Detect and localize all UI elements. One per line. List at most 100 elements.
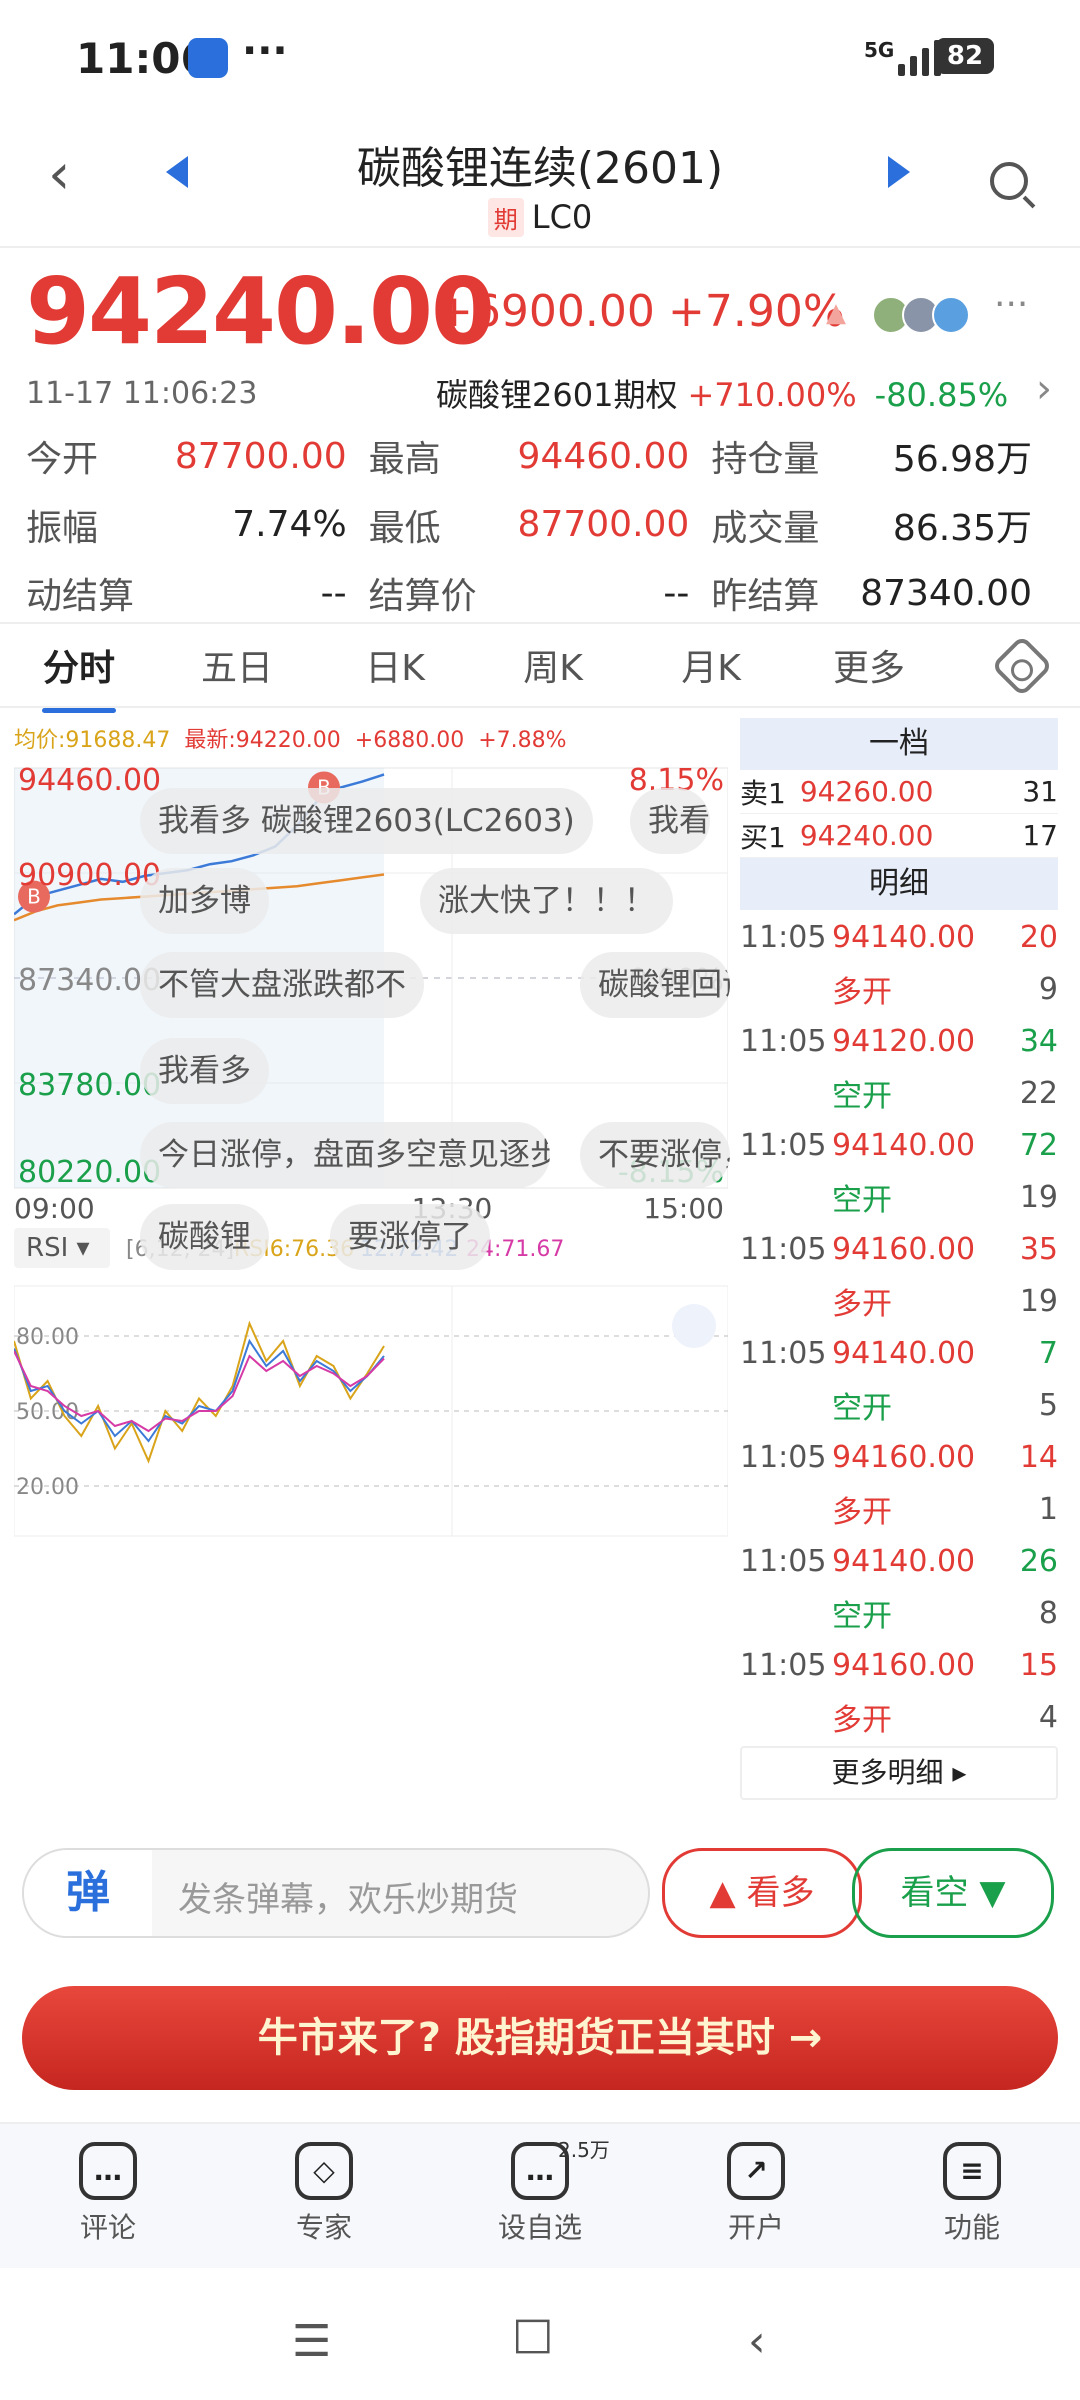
latest-price: 最新:94220.00	[184, 728, 341, 753]
sell1-label: 卖1	[740, 776, 786, 810]
nav-icon: …	[79, 2142, 137, 2200]
danmu-bubble[interactable]: 要涨停了	[330, 1204, 490, 1270]
danmu-bubble[interactable]: 我看多 碳酸锂2603(LC2603)	[630, 788, 710, 854]
trade-volume: 15	[1019, 1647, 1058, 1683]
page-header: ‹ 碳酸锂连续(2601) 期 LC0	[0, 120, 1080, 248]
trade-item: 11:05 94140.00 26 空开 8	[740, 1534, 1058, 1638]
chart-area: 均价:91688.47最新:94220.00+6880.00+7.88% BB9…	[0, 708, 1080, 1800]
tab-item[interactable]: 周K	[474, 639, 632, 691]
option-link[interactable]: 碳酸锂2601期权 +710.00% -80.85%	[436, 370, 1008, 416]
rsi-level-label: 80.00	[16, 1325, 79, 1350]
sell1-volume: 31	[1022, 775, 1058, 808]
tab-item[interactable]: 分时	[0, 639, 158, 713]
settings-icon[interactable]	[990, 634, 1054, 698]
more-icon[interactable]: ···	[994, 284, 1028, 325]
trade-qty: 8	[1038, 1595, 1058, 1631]
promo-banner[interactable]: 牛市来了? 股指期货正当其时 →	[22, 1986, 1058, 2090]
stat-label: 最高	[368, 439, 441, 480]
up-arrow-icon: ▲	[826, 298, 846, 328]
tab-item[interactable]: 五日	[158, 639, 316, 691]
detail-header: 明细	[740, 858, 1058, 910]
expand-icon[interactable]	[672, 1304, 716, 1348]
trade-volume: 35	[1019, 1231, 1058, 1267]
stat-value: 87340.00	[860, 572, 1032, 614]
nav-item[interactable]: … 评论	[28, 2124, 188, 2268]
trade-side: 空开	[832, 1183, 892, 1218]
trade-time: 11:05	[740, 1335, 827, 1371]
chevron-right-icon[interactable]: ›	[1036, 366, 1052, 412]
trade-qty: 5	[1038, 1387, 1058, 1423]
bullish-arrow-icon: ▲	[709, 1873, 747, 1913]
danmu-bubble[interactable]: 不管大盘涨跌都不	[140, 952, 424, 1018]
rsi-frame	[13, 1285, 729, 1537]
x-tick-label: 15:00	[643, 1192, 724, 1225]
tab-item[interactable]: 更多	[790, 639, 948, 691]
search-icon[interactable]	[990, 162, 1028, 200]
bottom-nav: … 评论 ◇ 专家 … 设自选 2.5万 ↗ 开户 ≡ 功能	[0, 2122, 1080, 2268]
nav-label: 功能	[943, 2211, 1000, 2244]
rsi-line	[13, 1338, 385, 1443]
trade-volume: 7	[1038, 1335, 1058, 1371]
avatar-group[interactable]	[872, 296, 970, 334]
trade-time: 11:05	[740, 1439, 827, 1475]
danmu-bubble[interactable]: 加多博	[140, 868, 269, 934]
rsi-level-label: 20.00	[16, 1475, 79, 1500]
trade-price: 94160.00	[832, 1231, 976, 1267]
danmu-bubble[interactable]: 涨大快了！！！	[420, 868, 673, 934]
system-back-icon[interactable]: ‹	[748, 2316, 766, 2367]
trade-side: 多开	[832, 1287, 892, 1322]
nav-icon: ↗	[727, 2142, 785, 2200]
trade-time: 11:05	[740, 1543, 827, 1579]
latest-pct: +7.88%	[478, 728, 567, 753]
nav-item[interactable]: ≡ 功能	[892, 2124, 1052, 2268]
quote-timestamp: 11-17 11:06:23	[26, 376, 258, 411]
stat-value: 87700.00	[174, 435, 347, 477]
danmu-bubble[interactable]: 我看多	[140, 1038, 269, 1104]
stat-item: 持仓量 56.98万	[711, 428, 1054, 484]
trade-item: 11:05 94160.00 35 多开 19	[740, 1222, 1058, 1326]
trade-time: 11:05	[740, 919, 827, 955]
trade-qty: 1	[1038, 1491, 1058, 1527]
y-tick-label: 94460.00	[18, 763, 161, 798]
stat-item: 结算价 --	[369, 565, 712, 621]
stat-value: 94460.00	[517, 435, 690, 477]
stat-label: 持仓量	[711, 439, 820, 480]
nav-item[interactable]: … 设自选 2.5万	[460, 2124, 620, 2268]
home-icon[interactable]: □	[512, 2308, 554, 2359]
order-book: 一档 卖1 94260.00 31 买1 94240.00 17 明细 11:05 941…	[740, 718, 1058, 1800]
trade-side: 多开	[832, 1703, 892, 1738]
trade-qty: 19	[1019, 1179, 1058, 1215]
tab-item[interactable]: 月K	[632, 639, 790, 691]
watchlist-count-badge: 2.5万	[558, 2138, 610, 2162]
nav-item[interactable]: ↗ 开户	[676, 2124, 836, 2268]
bearish-button[interactable]: 看空 ▼	[852, 1848, 1054, 1938]
danmu-bubble[interactable]: 今日涨停，盘面多空意见逐步趋向一致	[140, 1122, 550, 1188]
danmu-bubble[interactable]: 不要涨停，明天接着涨就行	[580, 1122, 730, 1188]
next-contract-icon[interactable]	[888, 156, 910, 188]
stat-label: 今开	[26, 439, 99, 480]
trade-price: 94160.00	[832, 1647, 976, 1683]
danmu-icon[interactable]: 弹	[24, 1850, 152, 1936]
stat-label: 最低	[368, 507, 441, 549]
tab-item[interactable]: 日K	[316, 639, 474, 691]
more-detail-button[interactable]: 更多明细 ▸	[740, 1746, 1058, 1800]
danmu-bubble[interactable]: 我看多 碳酸锂2603(LC2603)	[140, 788, 593, 854]
danmu-input[interactable]: 弹 发条弹幕，欢乐炒期货	[22, 1848, 650, 1938]
system-nav: ☰ □ ‹	[0, 2268, 1080, 2400]
stat-item: 最高 94460.00	[369, 428, 712, 484]
trade-qty: 19	[1019, 1283, 1058, 1319]
stat-label: 成交量	[711, 507, 820, 549]
battery-icon: 82	[936, 38, 994, 74]
recents-icon[interactable]: ☰	[292, 2316, 331, 2367]
option-down: -80.85%	[874, 376, 1009, 414]
stat-item: 成交量 86.35万	[711, 497, 1054, 553]
nav-item[interactable]: ◇ 专家	[244, 2124, 404, 2268]
trade-time: 11:05	[740, 1647, 827, 1683]
avg-price: 均价:91688.47	[14, 728, 171, 753]
trade-price: 94160.00	[832, 1439, 976, 1475]
danmu-bubble[interactable]: 碳酸锂回调整一下了！！！	[580, 952, 730, 1018]
danmu-bubble[interactable]: 碳酸锂	[140, 1204, 269, 1270]
x-tick-label: 09:00	[14, 1192, 95, 1225]
trade-price: 94140.00	[832, 1335, 976, 1371]
bullish-button[interactable]: ▲ 看多	[662, 1848, 862, 1938]
